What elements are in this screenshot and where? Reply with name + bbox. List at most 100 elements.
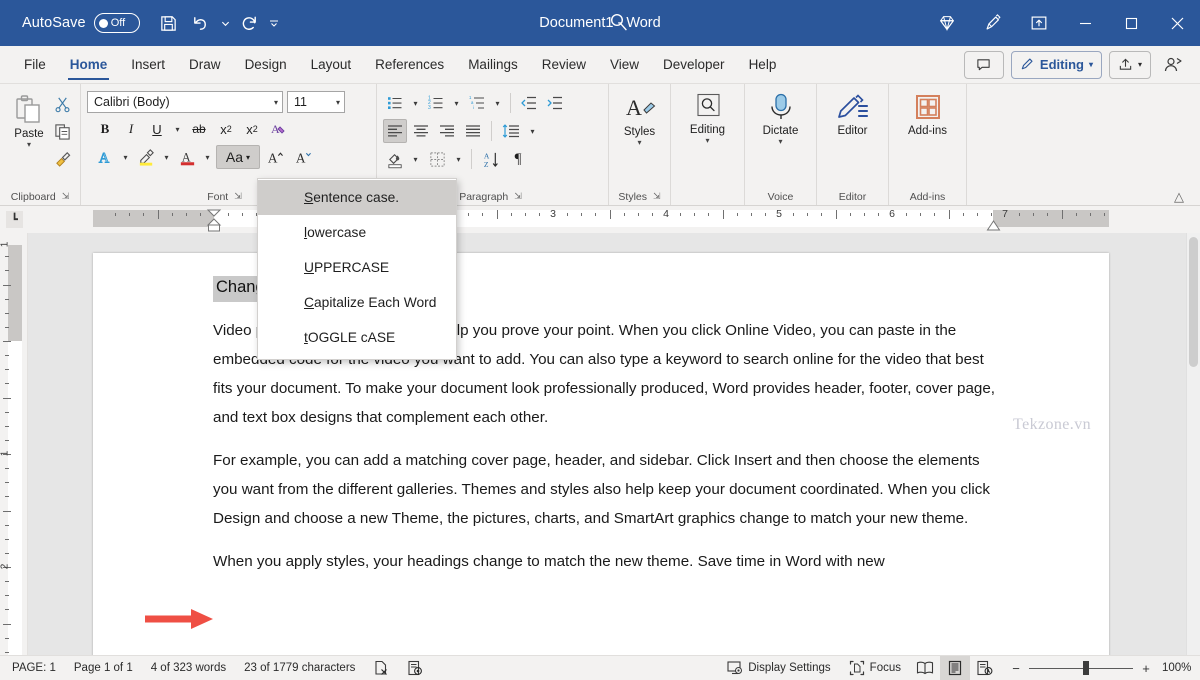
bold-button[interactable]: B (93, 117, 117, 141)
shading-dropdown-icon[interactable]: ▾ (409, 155, 422, 164)
bullets-dropdown-icon[interactable]: ▾ (409, 99, 422, 108)
indent-marker-right[interactable] (986, 219, 1001, 233)
styles-dialog-launcher-icon[interactable]: ⇲ (653, 191, 661, 202)
decrease-indent-button[interactable] (517, 91, 541, 115)
format-painter-button[interactable] (50, 146, 74, 170)
editing-button[interactable]: Editing ▾ (677, 88, 738, 144)
cut-button[interactable] (50, 92, 74, 116)
designer-pen-icon[interactable] (970, 0, 1016, 46)
zoom-control[interactable]: − + (1000, 661, 1162, 676)
change-case-dropdown-menu[interactable]: Sentence case. lowercase UPPERCASE Capit… (257, 178, 457, 360)
underline-dropdown-icon[interactable]: ▾ (171, 125, 184, 134)
font-dialog-launcher-icon[interactable]: ⇲ (234, 191, 242, 202)
tab-stop-selector[interactable]: ┗ (6, 211, 23, 228)
status-character-count[interactable]: 23 of 1779 characters (235, 656, 364, 680)
display-settings-button[interactable]: Display Settings (718, 656, 839, 680)
zoom-slider[interactable] (1029, 661, 1133, 675)
strikethrough-button[interactable]: ab (186, 117, 212, 141)
share-button[interactable]: ▾ (1109, 51, 1151, 79)
subscript-button[interactable]: x2 (214, 117, 238, 141)
autosave-control[interactable]: AutoSave Off (22, 13, 140, 33)
autosave-toggle[interactable]: Off (94, 13, 140, 33)
line-spacing-button[interactable] (498, 119, 524, 143)
undo-dropdown-icon[interactable] (218, 8, 233, 38)
view-web-layout-button[interactable] (970, 656, 1000, 680)
close-button[interactable] (1154, 0, 1200, 46)
italic-button[interactable]: I (119, 117, 143, 141)
status-page-indicator[interactable]: PAGE: 1 (0, 656, 65, 680)
grow-font-button[interactable]: A (262, 145, 288, 169)
paragraph-3[interactable]: When you apply styles, your headings cha… (213, 547, 997, 576)
justify-button[interactable] (461, 119, 485, 143)
editing-mode-button[interactable]: Editing ▾ (1011, 51, 1102, 79)
view-read-mode-button[interactable] (910, 656, 940, 680)
increase-indent-button[interactable] (543, 91, 567, 115)
numbering-button[interactable]: 123 (424, 91, 448, 115)
numbering-dropdown-icon[interactable]: ▾ (450, 99, 463, 108)
status-word-count[interactable]: 4 of 323 words (142, 656, 235, 680)
shrink-font-button[interactable]: A (290, 145, 316, 169)
clipboard-dialog-launcher-icon[interactable]: ⇲ (62, 191, 70, 202)
chevron-down-icon[interactable]: ▾ (705, 137, 709, 144)
font-name-combo[interactable]: Calibri (Body) ▾ (87, 91, 283, 113)
align-left-button[interactable] (383, 119, 407, 143)
restore-ribbon-icon[interactable] (1016, 0, 1062, 46)
align-right-button[interactable] (435, 119, 459, 143)
status-page-of[interactable]: Page 1 of 1 (65, 656, 142, 680)
menu-item-sentence-case[interactable]: Sentence case. (258, 180, 456, 215)
tab-draw[interactable]: Draw (177, 46, 233, 83)
borders-button[interactable] (424, 147, 450, 171)
editor-button[interactable]: Editor (823, 88, 882, 137)
tab-view[interactable]: View (598, 46, 651, 83)
horizontal-ruler[interactable]: ┗ 1234567 (0, 206, 1200, 234)
chevron-down-icon[interactable]: ▾ (27, 141, 31, 148)
underline-button[interactable]: U (145, 117, 169, 141)
zoom-level-label[interactable]: 100% (1162, 662, 1200, 674)
align-center-button[interactable] (409, 119, 433, 143)
copilot-icon[interactable] (924, 0, 970, 46)
menu-item-capitalize-each-word[interactable]: Capitalize Each Word (258, 285, 456, 320)
zoom-out-button[interactable]: − (1010, 661, 1022, 676)
tab-layout[interactable]: Layout (299, 46, 364, 83)
maximize-button[interactable] (1108, 0, 1154, 46)
highlight-dropdown-icon[interactable]: ▾ (160, 153, 173, 162)
undo-icon[interactable] (186, 8, 216, 38)
tab-developer[interactable]: Developer (651, 46, 737, 83)
collaborate-icon[interactable] (1158, 51, 1188, 79)
multilevel-dropdown-icon[interactable]: ▾ (491, 99, 504, 108)
collapse-ribbon-icon[interactable]: △ (1174, 189, 1184, 205)
styles-button[interactable]: A Styles ▾ (615, 88, 664, 146)
bullets-button[interactable] (383, 91, 407, 115)
spelling-check-icon[interactable] (364, 656, 398, 680)
superscript-button[interactable]: x2 (240, 117, 264, 141)
menu-item-uppercase[interactable]: UPPERCASE (258, 250, 456, 285)
font-size-combo[interactable]: 11 ▾ (287, 91, 345, 113)
text-effects-button[interactable]: A (93, 145, 117, 169)
chevron-down-icon[interactable]: ▾ (637, 139, 641, 146)
accessibility-checker-icon[interactable] (398, 656, 432, 680)
vertical-ruler[interactable]: 112 (0, 233, 28, 655)
tab-insert[interactable]: Insert (119, 46, 177, 83)
shading-button[interactable] (383, 147, 407, 171)
font-color-button[interactable]: A (175, 145, 199, 169)
view-print-layout-button[interactable] (940, 656, 970, 680)
zoom-in-button[interactable]: + (1140, 661, 1152, 676)
paste-button[interactable]: Paste ▾ (8, 88, 50, 148)
tab-file[interactable]: File (12, 46, 58, 83)
multilevel-list-button[interactable]: 1ai (465, 91, 489, 115)
save-icon[interactable] (154, 8, 184, 38)
copy-button[interactable] (50, 119, 74, 143)
highlight-color-button[interactable] (134, 145, 158, 169)
minimize-button[interactable] (1062, 0, 1108, 46)
zoom-slider-thumb[interactable] (1083, 661, 1089, 675)
chevron-down-icon[interactable]: ▾ (778, 138, 782, 145)
font-color-dropdown-icon[interactable]: ▾ (201, 153, 214, 162)
document-page[interactable]: Tekzone.vn Change to sentence case Video… (93, 253, 1109, 655)
search-icon[interactable] (608, 11, 630, 33)
sort-button[interactable]: AZ (478, 147, 504, 171)
tab-mailings[interactable]: Mailings (456, 46, 530, 83)
tab-help[interactable]: Help (737, 46, 789, 83)
menu-item-lowercase[interactable]: lowercase (258, 215, 456, 250)
focus-mode-button[interactable]: Focus (840, 656, 910, 680)
dictate-button[interactable]: Dictate ▾ (751, 88, 810, 145)
